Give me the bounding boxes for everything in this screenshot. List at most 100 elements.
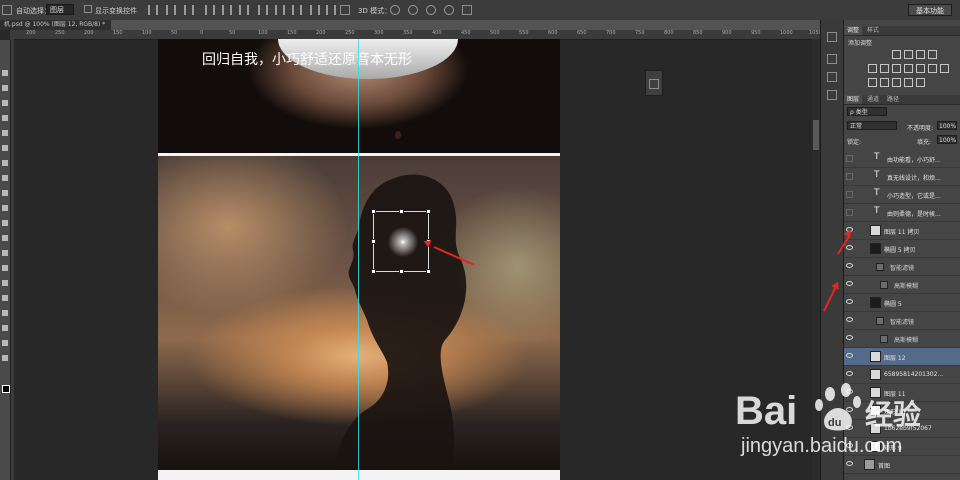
document-canvas[interactable]: 回归自我，小巧舒适还原音本无形 bbox=[158, 39, 560, 480]
align-top-icon[interactable] bbox=[148, 5, 158, 15]
tab-paths[interactable]: 路径 bbox=[884, 95, 902, 104]
tab-adjustments[interactable]: 调整 bbox=[844, 26, 863, 35]
collapsed-info-panel[interactable] bbox=[645, 70, 663, 96]
distribute-right-icon[interactable] bbox=[326, 5, 336, 15]
photo-filter-adjust-icon[interactable] bbox=[916, 64, 925, 73]
tab-styles[interactable]: 样式 bbox=[864, 26, 882, 35]
align-left-icon[interactable] bbox=[205, 5, 215, 15]
eye-icon[interactable] bbox=[846, 263, 853, 268]
tab-layers[interactable]: 图层 bbox=[844, 95, 863, 104]
opacity-input[interactable]: 100% bbox=[937, 121, 957, 130]
crop-tool-icon[interactable] bbox=[2, 130, 8, 136]
clone-stamp-tool-icon[interactable] bbox=[2, 190, 8, 196]
quick-select-tool-icon[interactable] bbox=[2, 115, 8, 121]
eye-icon[interactable] bbox=[846, 371, 853, 376]
align-vcenter-icon[interactable] bbox=[166, 5, 176, 15]
align-hcenter-icon[interactable] bbox=[222, 5, 232, 15]
3d-roll-icon[interactable] bbox=[408, 5, 418, 15]
transform-bounding-box[interactable] bbox=[371, 209, 431, 274]
eyedropper-tool-icon[interactable] bbox=[2, 145, 8, 151]
layer-name[interactable]: 椭圆 5 bbox=[884, 299, 902, 308]
layer-row[interactable]: T 由则柔德，是时候... bbox=[844, 204, 960, 222]
layer-name[interactable]: 小巧造型，它或是... bbox=[887, 191, 941, 200]
transform-handle-tl[interactable] bbox=[371, 209, 376, 214]
history-brush-tool-icon[interactable] bbox=[2, 205, 8, 211]
3d-pan-icon[interactable] bbox=[426, 5, 436, 15]
vertical-guide[interactable] bbox=[358, 39, 359, 480]
selective-color-adjust-icon[interactable] bbox=[916, 78, 925, 87]
layer-name[interactable]: 65895814201302... bbox=[884, 371, 943, 378]
document-tab[interactable]: 机.psd @ 100% (图层 12, RGB/8) * bbox=[0, 20, 112, 30]
curves-adjust-icon[interactable] bbox=[916, 50, 925, 59]
layer-row[interactable]: T 由功能看，小巧舒... bbox=[844, 150, 960, 168]
tab-channels[interactable]: 通道 bbox=[864, 95, 882, 104]
3d-rotate-icon[interactable] bbox=[390, 5, 400, 15]
foreground-color-swatch[interactable] bbox=[2, 385, 10, 393]
show-transform-checkbox[interactable] bbox=[84, 5, 92, 13]
zoom-tool-icon[interactable] bbox=[2, 355, 8, 361]
hand-tool-icon[interactable] bbox=[2, 340, 8, 346]
type-tool-icon[interactable] bbox=[2, 295, 8, 301]
layer-name[interactable]: 高斯模糊 bbox=[894, 281, 918, 290]
brush-tool-icon[interactable] bbox=[2, 175, 8, 181]
layer-row[interactable]: 高斯模糊 bbox=[844, 276, 960, 294]
layer-row[interactable]: 智能滤镜 bbox=[844, 258, 960, 276]
threshold-adjust-icon[interactable] bbox=[892, 78, 901, 87]
exposure-adjust-icon[interactable] bbox=[928, 50, 937, 59]
channel-mixer-adjust-icon[interactable] bbox=[928, 64, 937, 73]
levels-adjust-icon[interactable] bbox=[904, 50, 913, 59]
layer-row[interactable]: 椭圆 5 拷贝 bbox=[844, 240, 960, 258]
brightness-adjust-icon[interactable] bbox=[892, 50, 901, 59]
layer-name[interactable]: 智能滤镜 bbox=[890, 317, 914, 326]
eye-icon[interactable] bbox=[846, 317, 853, 322]
history-icon[interactable] bbox=[827, 32, 837, 42]
eye-icon[interactable] bbox=[846, 353, 853, 358]
brush-panel-icon[interactable] bbox=[827, 72, 837, 82]
eye-icon[interactable] bbox=[846, 245, 853, 250]
black-white-adjust-icon[interactable] bbox=[904, 64, 913, 73]
layer-row[interactable]: T 小巧造型，它或是... bbox=[844, 186, 960, 204]
layer-row[interactable]: 图层 11 拷贝 bbox=[844, 222, 960, 240]
workspace-dropdown[interactable]: 基本功能 bbox=[908, 4, 952, 16]
transform-handle-tr[interactable] bbox=[426, 209, 431, 214]
distribute-vcenter-icon[interactable] bbox=[275, 5, 285, 15]
lasso-tool-icon[interactable] bbox=[2, 100, 8, 106]
layer-row[interactable]: 高斯模糊 bbox=[844, 330, 960, 348]
posterize-adjust-icon[interactable] bbox=[880, 78, 889, 87]
fill-input[interactable]: 100% bbox=[937, 135, 957, 144]
layer-row[interactable]: T 真无线设计，和烦... bbox=[844, 168, 960, 186]
smart-object-thumbnail[interactable] bbox=[870, 243, 881, 254]
transform-handle-br[interactable] bbox=[426, 269, 431, 274]
color-lookup-adjust-icon[interactable] bbox=[940, 64, 949, 73]
eye-icon[interactable] bbox=[846, 281, 853, 286]
smart-object-thumbnail[interactable] bbox=[870, 297, 881, 308]
hue-saturation-adjust-icon[interactable] bbox=[880, 64, 889, 73]
layer-name[interactable]: 由则柔德，是时候... bbox=[887, 209, 941, 218]
distribute-top-icon[interactable] bbox=[258, 5, 268, 15]
align-bottom-icon[interactable] bbox=[184, 5, 194, 15]
align-right-icon[interactable] bbox=[239, 5, 249, 15]
distribute-left-icon[interactable] bbox=[310, 5, 320, 15]
3d-slide-icon[interactable] bbox=[444, 5, 454, 15]
layer-name[interactable]: 图层 11 拷贝 bbox=[884, 227, 919, 236]
pen-tool-icon[interactable] bbox=[2, 280, 8, 286]
layer-name[interactable]: 真无线设计，和烦... bbox=[887, 173, 941, 182]
auto-select-dropdown[interactable]: 图层 bbox=[46, 4, 74, 15]
transform-handle-b[interactable] bbox=[399, 269, 404, 274]
layer-row[interactable]: 图层 12 bbox=[844, 348, 960, 366]
auto-align-icon[interactable] bbox=[340, 5, 350, 15]
visibility-off-box[interactable] bbox=[846, 155, 853, 162]
transform-handle-l[interactable] bbox=[371, 239, 376, 244]
caption-text[interactable]: 回归自我，小巧舒适还原音本无形 bbox=[202, 49, 412, 69]
layer-name[interactable]: 图层 12 bbox=[884, 353, 906, 362]
move-tool-icon[interactable] bbox=[2, 5, 12, 15]
layer-name[interactable]: 椭圆 5 拷贝 bbox=[884, 245, 916, 254]
path-select-tool-icon[interactable] bbox=[2, 310, 8, 316]
layer-name[interactable]: 智能滤镜 bbox=[890, 263, 914, 272]
gradient-tool-icon[interactable] bbox=[2, 235, 8, 241]
layer-filter-dropdown[interactable]: ρ 类型 bbox=[847, 107, 887, 116]
visibility-off-box[interactable] bbox=[846, 173, 853, 180]
color-balance-adjust-icon[interactable] bbox=[892, 64, 901, 73]
info-panel-icon[interactable] bbox=[649, 79, 659, 89]
invert-adjust-icon[interactable] bbox=[868, 78, 877, 87]
